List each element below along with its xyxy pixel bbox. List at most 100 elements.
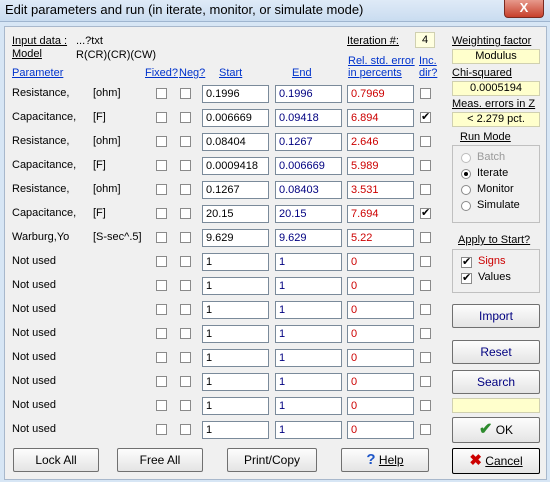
end-field[interactable]: 1 <box>275 301 342 319</box>
inc-dir-checkbox[interactable] <box>420 376 431 387</box>
param-name: Not used <box>12 351 57 363</box>
apply-values-checkbox[interactable] <box>461 271 472 284</box>
inc-dir-checkbox[interactable] <box>420 184 431 195</box>
end-field[interactable]: 1 <box>275 277 342 295</box>
rel-error-field: 7.694 <box>347 205 414 223</box>
start-field[interactable]: 9.629 <box>202 229 269 247</box>
neg-checkbox[interactable] <box>180 88 191 99</box>
fixed-checkbox[interactable] <box>156 208 167 219</box>
neg-checkbox[interactable] <box>180 400 191 411</box>
end-field[interactable]: 0.09418 <box>275 109 342 127</box>
fixed-checkbox[interactable] <box>156 136 167 147</box>
fixed-checkbox[interactable] <box>156 376 167 387</box>
neg-checkbox[interactable] <box>180 352 191 363</box>
apply-signs-checkbox[interactable] <box>461 255 472 268</box>
print-copy-button[interactable]: Print/Copy <box>227 448 317 472</box>
start-field[interactable]: 1 <box>202 253 269 271</box>
window-title: Edit parameters and run (in iterate, mon… <box>5 2 364 17</box>
start-field[interactable]: 1 <box>202 421 269 439</box>
apply-group: Signs Values <box>452 249 540 293</box>
lock-all-button[interactable]: Lock All <box>13 448 99 472</box>
fixed-checkbox[interactable] <box>156 304 167 315</box>
fixed-checkbox[interactable] <box>156 352 167 363</box>
inc-dir-checkbox[interactable] <box>420 424 431 435</box>
ok-label: OK <box>495 423 514 437</box>
start-field[interactable]: 1 <box>202 301 269 319</box>
neg-checkbox[interactable] <box>180 256 191 267</box>
title-bar: Edit parameters and run (in iterate, mon… <box>0 0 550 22</box>
inc-dir-checkbox[interactable] <box>420 304 431 315</box>
run-mode-radio[interactable] <box>461 185 471 195</box>
start-field[interactable]: 1 <box>202 397 269 415</box>
inc-dir-checkbox[interactable] <box>420 206 431 219</box>
neg-checkbox[interactable] <box>180 184 191 195</box>
fixed-checkbox[interactable] <box>156 160 167 171</box>
fixed-checkbox[interactable] <box>156 184 167 195</box>
reset-button[interactable]: Reset <box>452 340 540 364</box>
neg-checkbox[interactable] <box>180 304 191 315</box>
fixed-checkbox[interactable] <box>156 112 167 123</box>
end-field[interactable]: 1 <box>275 325 342 343</box>
neg-checkbox[interactable] <box>180 232 191 243</box>
inc-dir-checkbox[interactable] <box>420 400 431 411</box>
help-button[interactable]: ? Help <box>341 448 429 472</box>
weighting-value[interactable]: Modulus <box>452 49 540 64</box>
fixed-checkbox[interactable] <box>156 88 167 99</box>
start-field[interactable]: 0.1267 <box>202 181 269 199</box>
rel-error-field: 6.894 <box>347 109 414 127</box>
inc-dir-checkbox[interactable] <box>420 136 431 147</box>
end-field[interactable]: 1 <box>275 373 342 391</box>
rel-error-field: 3.531 <box>347 181 414 199</box>
start-field[interactable]: 1 <box>202 277 269 295</box>
neg-checkbox[interactable] <box>180 112 191 123</box>
start-field[interactable]: 0.006669 <box>202 109 269 127</box>
neg-checkbox[interactable] <box>180 208 191 219</box>
start-field[interactable]: 20.15 <box>202 205 269 223</box>
fixed-checkbox[interactable] <box>156 280 167 291</box>
end-field[interactable]: 0.08403 <box>275 181 342 199</box>
search-button[interactable]: Search <box>452 370 540 394</box>
cancel-button[interactable]: ✖ Cancel <box>452 448 540 474</box>
run-mode-radio[interactable] <box>461 201 471 211</box>
fixed-checkbox[interactable] <box>156 256 167 267</box>
inc-dir-checkbox[interactable] <box>420 88 431 99</box>
run-mode-radio[interactable] <box>461 169 471 179</box>
neg-checkbox[interactable] <box>180 328 191 339</box>
inc-dir-checkbox[interactable] <box>420 280 431 291</box>
start-field[interactable]: 1 <box>202 349 269 367</box>
inc-dir-checkbox[interactable] <box>420 160 431 171</box>
end-field[interactable]: 1 <box>275 253 342 271</box>
close-button[interactable]: X <box>504 0 544 18</box>
free-all-button[interactable]: Free All <box>117 448 203 472</box>
end-field[interactable]: 1 <box>275 397 342 415</box>
end-field[interactable]: 0.1996 <box>275 85 342 103</box>
end-field[interactable]: 0.1267 <box>275 133 342 151</box>
start-field[interactable]: 0.08404 <box>202 133 269 151</box>
neg-checkbox[interactable] <box>180 160 191 171</box>
fixed-checkbox[interactable] <box>156 400 167 411</box>
end-field[interactable]: 1 <box>275 349 342 367</box>
ok-button[interactable]: ✔ OK <box>452 417 540 443</box>
start-field[interactable]: 1 <box>202 325 269 343</box>
end-field[interactable]: 1 <box>275 421 342 439</box>
start-field[interactable]: 1 <box>202 373 269 391</box>
start-field[interactable]: 0.0009418 <box>202 157 269 175</box>
fixed-checkbox[interactable] <box>156 424 167 435</box>
inc-dir-checkbox[interactable] <box>420 232 431 243</box>
fixed-checkbox[interactable] <box>156 328 167 339</box>
import-button[interactable]: Import <box>452 304 540 328</box>
neg-checkbox[interactable] <box>180 136 191 147</box>
end-field[interactable]: 0.006669 <box>275 157 342 175</box>
end-field[interactable]: 20.15 <box>275 205 342 223</box>
neg-checkbox[interactable] <box>180 376 191 387</box>
neg-checkbox[interactable] <box>180 280 191 291</box>
inc-dir-checkbox[interactable] <box>420 256 431 267</box>
start-field[interactable]: 0.1996 <box>202 85 269 103</box>
inc-dir-checkbox[interactable] <box>420 352 431 363</box>
neg-checkbox[interactable] <box>180 424 191 435</box>
fixed-checkbox[interactable] <box>156 232 167 243</box>
end-field[interactable]: 9.629 <box>275 229 342 247</box>
inc-dir-checkbox[interactable] <box>420 110 431 123</box>
inc-dir-checkbox[interactable] <box>420 328 431 339</box>
param-name: Capacitance, <box>12 159 77 171</box>
